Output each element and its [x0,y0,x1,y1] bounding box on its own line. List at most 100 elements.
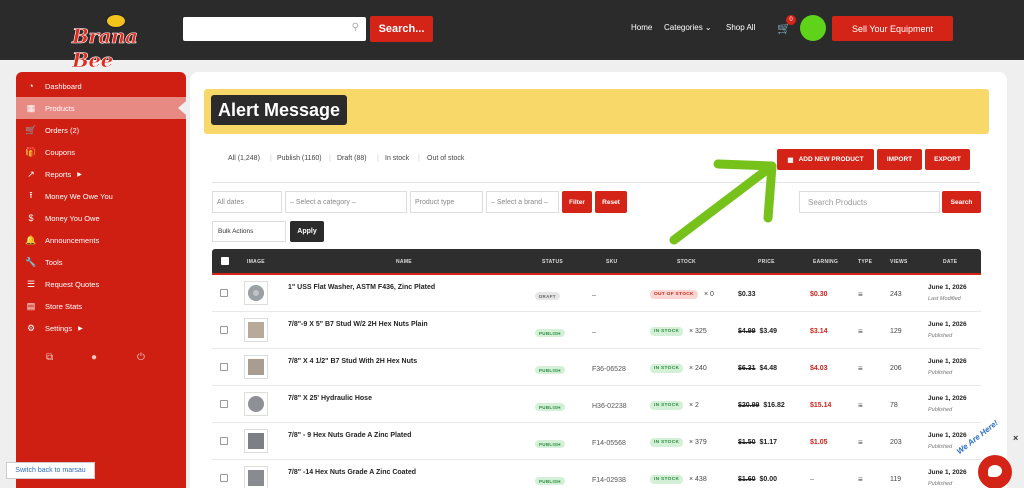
cart-icon: 🛒 [25,124,37,135]
apply-button[interactable]: Apply [290,221,324,242]
sidebar-item-products[interactable]: ▦ Products [16,97,186,119]
product-thumbnail[interactable] [244,466,268,488]
stock-quantity: × 2 [689,402,699,409]
sidebar-item-orders[interactable]: 🛒 Orders (2) [16,119,186,141]
cart-count-badge: 0 [786,15,796,25]
reset-button[interactable]: Reset [595,191,627,213]
bell-icon: 🔔 [25,234,37,245]
dashboard-icon: ◔ [28,81,34,91]
row-checkbox[interactable] [220,474,228,482]
table-row[interactable]: 7/8"-9 X 5" B7 Stud W/2 2H Hex Nuts Plai… [212,312,981,349]
product-name[interactable]: 1" USS Flat Washer, ASTM F436, Zinc Plat… [288,284,523,291]
nav-categories[interactable]: Categories ⌄ [664,23,712,32]
product-name[interactable]: 7/8"-9 X 5" B7 Stud W/2 2H Hex Nuts Plai… [288,321,523,328]
col-earning: EARNING [813,259,839,265]
status-badge: PUBLISH [535,403,565,411]
switch-back-link[interactable]: Switch back to marsau [6,462,95,479]
row-checkbox[interactable] [220,289,228,297]
sidebar-item-request-quotes[interactable]: ☰ Request Quotes [16,273,186,295]
site-logo[interactable]: Brana Bee [72,14,164,72]
sidebar-item-store-stats[interactable]: ▤ Store Stats [16,295,186,317]
tab-out-of-stock[interactable]: Out of stock [427,155,464,162]
export-button[interactable]: EXPORT [925,149,970,170]
product-name[interactable]: 7/8" -14 Hex Nuts Grade A Zinc Coated [288,469,523,476]
row-checkbox[interactable] [220,363,228,371]
tab-draft[interactable]: Draft (88) [337,155,367,162]
sell-equipment-button[interactable]: Sell Your Equipment [832,16,953,41]
power-icon[interactable]: ⏻ [137,352,145,363]
chevron-right-icon: ▶ [78,325,83,332]
tab-separator: | [329,155,331,162]
user-avatar[interactable] [800,15,826,41]
type-icon: ≡ [858,401,863,410]
product-search-button[interactable]: Search [942,191,981,213]
product-search-input[interactable]: Search Products [799,191,940,213]
external-link-icon[interactable]: ⧉ [46,352,53,363]
table-row[interactable]: 7/8" - 9 Hex Nuts Grade A Zinc Plated PU… [212,423,981,460]
product-thumbnail[interactable] [244,429,268,453]
sidebar-item-money-we-owe-you[interactable]: ⭱ Money We Owe You [16,185,186,207]
row-checkbox[interactable] [220,326,228,334]
nav-shop-all[interactable]: Shop All [726,23,755,32]
tab-publish[interactable]: Publish (1160) [277,155,322,162]
sidebar-item-reports[interactable]: ↗ Reports ▶ [16,163,186,185]
stock-badge: IN STOCK [650,364,684,373]
product-views: 78 [890,402,898,409]
product-thumbnail[interactable] [244,355,268,379]
product-type-select[interactable]: Product type [410,191,483,213]
date-status: Last Modified [928,296,961,302]
import-button[interactable]: IMPORT [877,149,922,170]
table-header: IMAGE NAME STATUS SKU STOCK PRICE EARNIN… [212,249,981,275]
bulk-actions-select[interactable]: Bulk Actions [212,221,286,242]
product-date: June 1, 2026 [928,358,967,365]
close-icon[interactable]: × [1013,433,1018,443]
row-checkbox[interactable] [220,437,228,445]
product-thumbnail[interactable] [244,392,268,416]
status-badge: PUBLISH [535,477,565,485]
date-status: Published [928,481,953,487]
product-price: $4.99 $3.49 [738,328,778,335]
product-name[interactable]: 7/8" X 25' Hydraulic Hose [288,395,523,402]
stock-badge: IN STOCK [650,327,684,336]
table-row[interactable]: 1" USS Flat Washer, ASTM F436, Zinc Plat… [212,275,981,312]
sidebar-item-coupons[interactable]: 🎁 Coupons [16,141,186,163]
divider [212,182,980,183]
product-name[interactable]: 7/8" - 9 Hex Nuts Grade A Zinc Plated [288,432,523,439]
tab-separator: | [377,155,379,162]
product-thumbnail[interactable] [244,281,268,305]
product-date: June 1, 2026 [928,321,967,328]
product-views: 129 [890,328,902,335]
sidebar-item-dashboard[interactable]: ◔ Dashboard [16,75,186,97]
select-all-checkbox[interactable] [221,257,229,265]
product-thumbnail[interactable] [244,318,268,342]
active-indicator [178,101,186,115]
site-search-button[interactable]: Search... [370,16,433,42]
type-icon: ≡ [858,475,863,484]
filter-button[interactable]: Filter [562,191,592,213]
col-views: VIEWS [890,259,908,265]
product-price: $20.99 $16.82 [738,402,785,409]
stock-quantity: × 325 [689,328,707,335]
sidebar-item-tools[interactable]: 🔧 Tools [16,251,186,273]
add-new-product-button[interactable]: ▦ ADD NEW PRODUCT [777,149,874,170]
table-row[interactable]: 7/8" X 25' Hydraulic Hose PUBLISH H36-02… [212,386,981,423]
site-search-input[interactable]: ⚲ [183,17,366,41]
row-checkbox[interactable] [220,400,228,408]
table-row[interactable]: 7/8" X 4 1/2" B7 Stud With 2H Hex Nuts P… [212,349,981,386]
table-row[interactable]: 7/8" -14 Hex Nuts Grade A Zinc Coated PU… [212,460,981,488]
nav-home[interactable]: Home [631,23,652,32]
sidebar-item-money-you-owe[interactable]: $ Money You Owe [16,207,186,229]
sidebar-item-announcements[interactable]: 🔔 Announcements [16,229,186,251]
tab-in-stock[interactable]: In stock [385,155,409,162]
status-badge: PUBLISH [535,366,565,374]
annotation-arrow [669,159,777,245]
user-icon[interactable]: ● [91,352,97,363]
category-select[interactable]: – Select a category – [285,191,407,213]
dates-select[interactable]: All dates [212,191,282,213]
sidebar-item-settings[interactable]: ⚙ Settings ▶ [16,317,186,339]
brand-select[interactable]: – Select a brand – [486,191,559,213]
list-icon: ☰ [26,278,36,289]
product-name[interactable]: 7/8" X 4 1/2" B7 Stud With 2H Hex Nuts [288,358,523,365]
tab-all[interactable]: All (1,248) [228,155,260,162]
chat-button[interactable] [978,455,1012,488]
